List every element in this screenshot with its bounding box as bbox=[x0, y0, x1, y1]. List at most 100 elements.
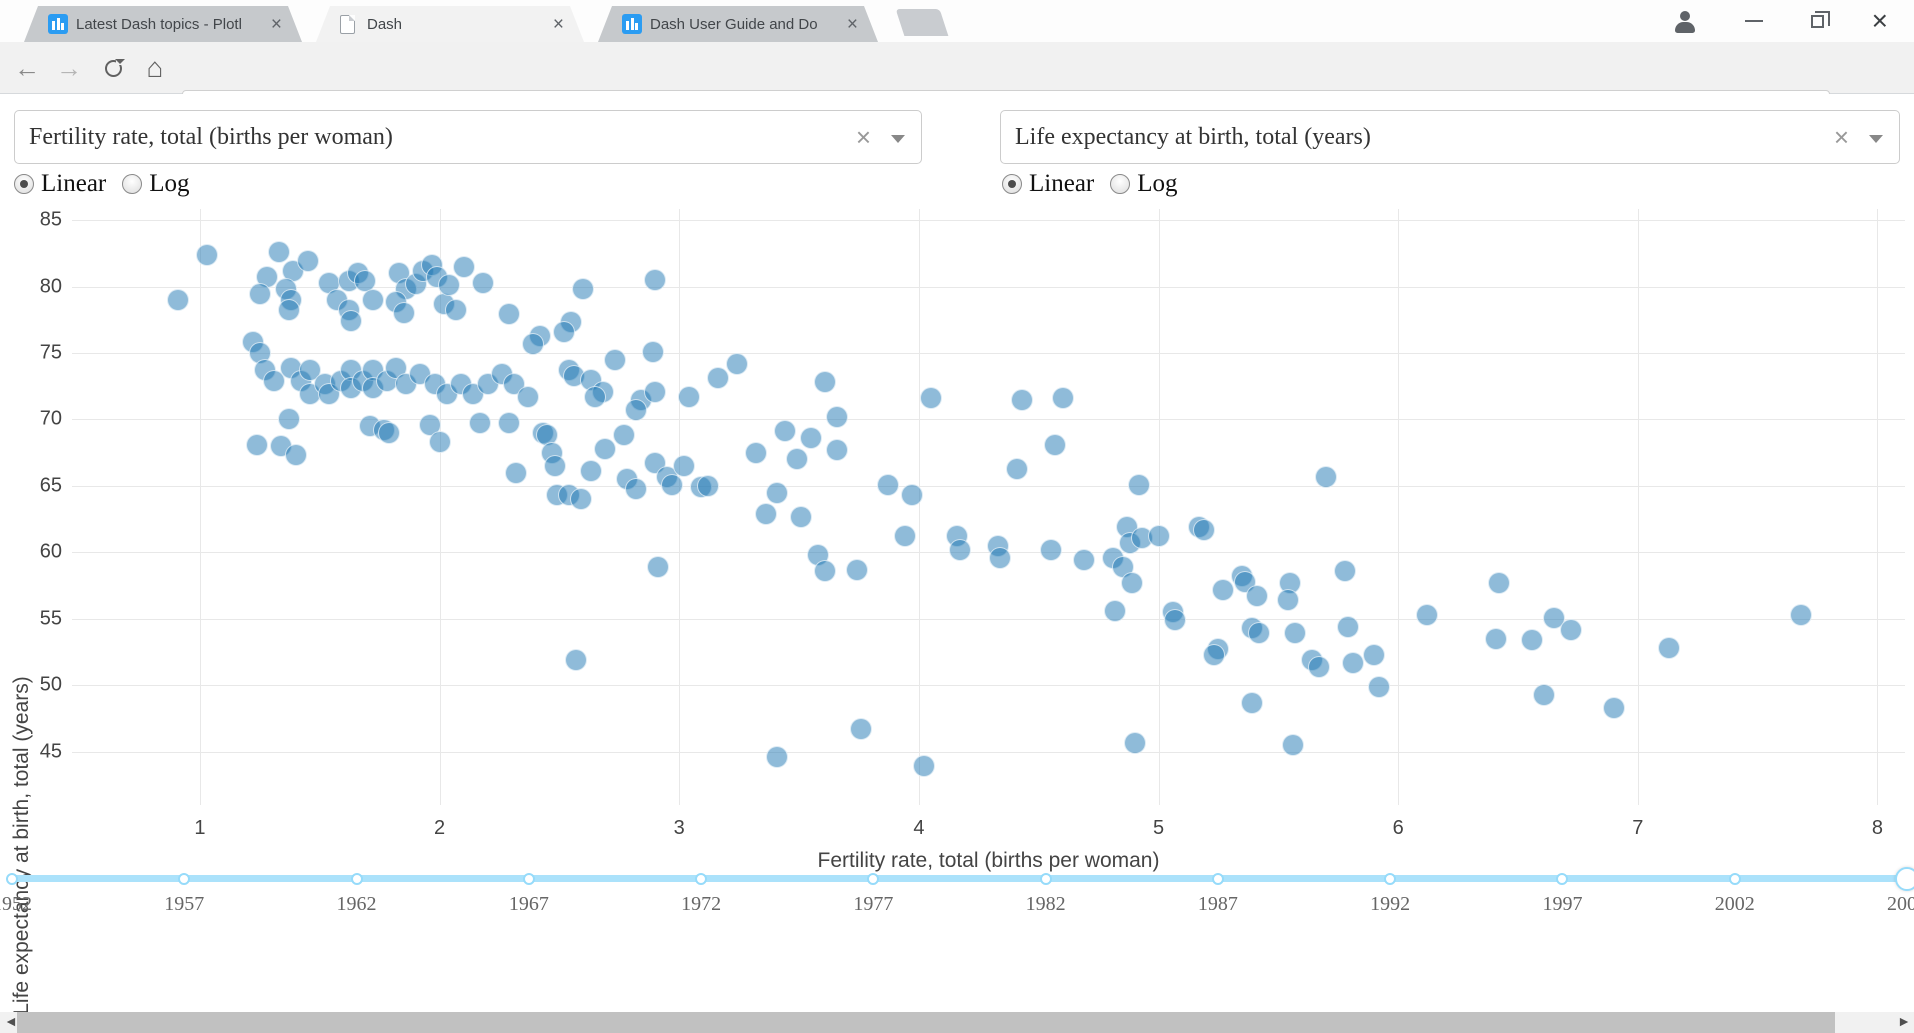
slider-step-dot[interactable] bbox=[1211, 872, 1224, 885]
x-axis-dropdown[interactable]: Fertility rate, total (births per woman)… bbox=[14, 110, 922, 164]
scatter-point[interactable] bbox=[641, 340, 664, 363]
horizontal-scrollbar[interactable]: ◄ ► bbox=[0, 1012, 1914, 1033]
x-scale-linear-option[interactable]: Linear bbox=[14, 170, 106, 198]
scatter-point[interactable] bbox=[625, 477, 648, 500]
scatter-point[interactable] bbox=[773, 420, 796, 443]
scatter-point[interactable] bbox=[579, 460, 602, 483]
scatter-point[interactable] bbox=[277, 408, 300, 431]
scatter-point[interactable] bbox=[1039, 538, 1062, 561]
slider-year-label[interactable]: 1972 bbox=[681, 893, 721, 916]
scatter-point[interactable] bbox=[543, 454, 566, 477]
window-close-button[interactable]: × bbox=[1872, 7, 1888, 35]
slider-year-label[interactable]: 1952 bbox=[0, 893, 32, 916]
scatter-point[interactable] bbox=[1245, 585, 1268, 608]
scatter-point[interactable] bbox=[1248, 622, 1271, 645]
scatter-point[interactable] bbox=[1006, 457, 1029, 480]
slider-year-label[interactable]: 1967 bbox=[509, 893, 549, 916]
scatter-point[interactable] bbox=[766, 746, 789, 769]
slider-step-dot[interactable] bbox=[6, 872, 18, 885]
scatter-point[interactable] bbox=[452, 255, 475, 278]
scatter-point[interactable] bbox=[989, 546, 1012, 569]
scatter-point[interactable] bbox=[845, 558, 868, 581]
scatter-point[interactable] bbox=[766, 481, 789, 504]
scatter-point[interactable] bbox=[625, 399, 648, 422]
scatter-point[interactable] bbox=[1284, 622, 1307, 645]
scatter-point[interactable] bbox=[697, 474, 719, 497]
scatter-point[interactable] bbox=[1010, 388, 1033, 411]
dropdown-caret-icon[interactable] bbox=[1869, 135, 1883, 143]
scatter-point[interactable] bbox=[392, 302, 415, 325]
scatter-point[interactable] bbox=[893, 525, 916, 548]
scatter-point[interactable] bbox=[248, 283, 271, 306]
slider-year-label[interactable]: 1982 bbox=[1026, 893, 1066, 916]
scatter-point[interactable] bbox=[644, 380, 667, 403]
scatter-point[interactable] bbox=[1341, 651, 1364, 674]
slider-step-dot[interactable] bbox=[522, 872, 535, 885]
slider-step-dot[interactable] bbox=[1384, 872, 1397, 885]
slider-handle[interactable] bbox=[1895, 866, 1914, 891]
scatter-point[interactable] bbox=[498, 303, 521, 326]
scatter-point[interactable] bbox=[284, 444, 307, 467]
scatter-point[interactable] bbox=[673, 454, 696, 477]
scatter-point[interactable] bbox=[900, 484, 923, 507]
refresh-icon[interactable] bbox=[96, 42, 130, 94]
scatter-point[interactable] bbox=[785, 448, 808, 471]
scatter-point[interactable] bbox=[876, 473, 899, 496]
profile-icon[interactable] bbox=[1673, 9, 1697, 33]
scatter-point[interactable] bbox=[246, 433, 269, 456]
scroll-left-icon[interactable]: ◄ bbox=[4, 1013, 18, 1029]
scatter-point[interactable] bbox=[445, 299, 468, 322]
scatter-point[interactable] bbox=[1485, 627, 1508, 650]
slider-year-label[interactable]: 1962 bbox=[337, 893, 377, 916]
dropdown-clear-icon[interactable]: × bbox=[1834, 122, 1849, 153]
scatter-point[interactable] bbox=[644, 268, 667, 291]
scatter-point[interactable] bbox=[677, 385, 700, 408]
scatter-point[interactable] bbox=[498, 412, 521, 435]
scatter-point[interactable] bbox=[826, 405, 849, 428]
scatter-point[interactable] bbox=[361, 288, 384, 311]
scatter-point[interactable] bbox=[517, 385, 540, 408]
scatter-point[interactable] bbox=[593, 437, 616, 460]
scatter-point[interactable] bbox=[646, 556, 669, 579]
scatter-point[interactable] bbox=[1336, 615, 1359, 638]
scatter-point[interactable] bbox=[167, 288, 190, 311]
browser-tab-dash[interactable]: Dash × bbox=[316, 6, 584, 42]
scatter-point[interactable] bbox=[1276, 589, 1299, 612]
scatter-point[interactable] bbox=[1363, 643, 1386, 666]
browser-tab-docs[interactable]: Dash User Guide and Do × bbox=[598, 6, 878, 42]
slider-year-label[interactable]: 2007 bbox=[1887, 893, 1914, 916]
scatter-point[interactable] bbox=[613, 424, 636, 447]
scatter-point[interactable] bbox=[296, 250, 319, 273]
scatter-point[interactable] bbox=[471, 271, 494, 294]
slider-year-label[interactable]: 1977 bbox=[853, 893, 893, 916]
slider-step-dot[interactable] bbox=[1556, 872, 1569, 885]
x-scale-log-option[interactable]: Log bbox=[122, 170, 190, 198]
scatter-point[interactable] bbox=[1240, 691, 1263, 714]
restore-button[interactable] bbox=[1810, 10, 1830, 28]
tab-close-icon[interactable]: × bbox=[553, 15, 564, 34]
year-slider[interactable]: 1952 1957 1962 1967 1972 1977 1982 1987 1992 1997… bbox=[0, 866, 1914, 915]
scatter-point[interactable] bbox=[850, 718, 873, 741]
scatter-point[interactable] bbox=[814, 560, 837, 582]
scatter-point[interactable] bbox=[1202, 643, 1225, 666]
slider-step-dot[interactable] bbox=[867, 872, 880, 885]
scatter-point[interactable] bbox=[1789, 603, 1812, 626]
slider-step-dot[interactable] bbox=[1039, 872, 1052, 885]
scatter-point[interactable] bbox=[912, 755, 935, 778]
scatter-point[interactable] bbox=[268, 240, 291, 263]
scatter-point[interactable] bbox=[1051, 387, 1074, 410]
slider-step-dot[interactable] bbox=[350, 872, 363, 885]
scatter-point[interactable] bbox=[725, 352, 748, 375]
scatter-point[interactable] bbox=[1334, 560, 1357, 582]
scatter-point[interactable] bbox=[1044, 433, 1067, 456]
slider-step-dot[interactable] bbox=[695, 872, 708, 885]
scatter-point[interactable] bbox=[196, 243, 219, 266]
scatter-point[interactable] bbox=[1164, 609, 1187, 632]
scatter-point[interactable] bbox=[1533, 683, 1556, 706]
y-scale-log-option[interactable]: Log bbox=[1110, 170, 1178, 198]
dropdown-clear-icon[interactable]: × bbox=[856, 122, 871, 153]
scatter-point[interactable] bbox=[1559, 618, 1582, 641]
slider-year-label[interactable]: 1997 bbox=[1542, 893, 1582, 916]
scatter-point[interactable] bbox=[1657, 637, 1680, 660]
y-scale-linear-option[interactable]: Linear bbox=[1002, 170, 1094, 198]
